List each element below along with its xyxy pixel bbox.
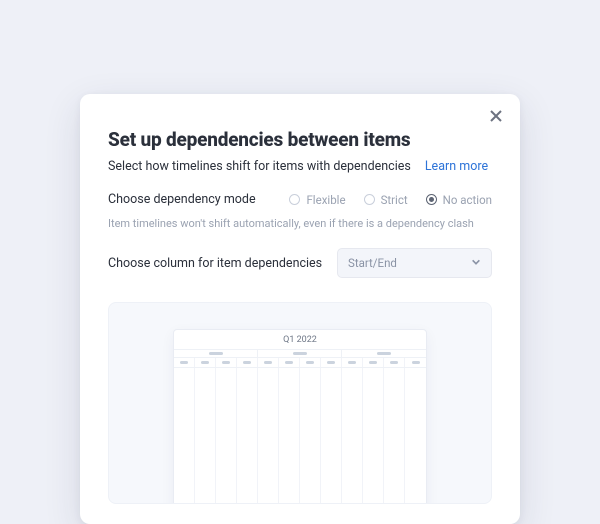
modal-subtitle: Select how timelines shift for items wit… [108, 159, 411, 174]
timeline-month-header [174, 350, 426, 358]
header-placeholder-icon [209, 352, 223, 355]
timeline-period-label: Q1 2022 [174, 330, 426, 350]
radio-dot-icon [364, 194, 375, 205]
header-placeholder-icon [222, 361, 230, 364]
dependency-column-label: Choose column for item dependencies [108, 256, 322, 271]
radio-none-label: No action [443, 193, 492, 207]
dependency-mode-label: Choose dependency mode [108, 192, 256, 207]
header-placeholder-icon [243, 361, 251, 364]
header-placeholder-icon [285, 361, 293, 364]
dependency-column-value: Start/End [348, 256, 397, 270]
header-placeholder-icon [348, 361, 356, 364]
timeline-week-header [174, 358, 426, 368]
radio-flexible-label: Flexible [306, 193, 345, 207]
dependency-mode-hint: Item timelines won't shift automatically… [108, 217, 492, 230]
header-placeholder-icon [369, 361, 377, 364]
header-placeholder-icon [327, 361, 335, 364]
chevron-down-icon [471, 256, 481, 270]
radio-strict[interactable]: Strict [364, 193, 408, 207]
timeline-preview: Q1 2022 [108, 302, 492, 504]
header-placeholder-icon [377, 352, 391, 355]
radio-dot-icon [289, 194, 300, 205]
dependency-column-row: Choose column for item dependencies Star… [108, 248, 492, 278]
header-placeholder-icon [180, 361, 188, 364]
header-placeholder-icon [201, 361, 209, 364]
radio-flexible[interactable]: Flexible [289, 193, 345, 207]
header-placeholder-icon [412, 361, 420, 364]
header-placeholder-icon [390, 361, 398, 364]
learn-more-link[interactable]: Learn more [425, 159, 488, 174]
dependency-mode-radios: Flexible Strict No action [289, 193, 492, 207]
timeline-sheet: Q1 2022 [173, 329, 427, 504]
header-placeholder-icon [306, 361, 314, 364]
close-icon [490, 107, 502, 126]
radio-no-action[interactable]: No action [426, 193, 492, 207]
dependencies-setup-modal: Set up dependencies between items Select… [80, 94, 520, 524]
header-placeholder-icon [293, 352, 307, 355]
radio-strict-label: Strict [381, 193, 408, 207]
dependency-column-select[interactable]: Start/End [337, 248, 492, 278]
dependency-mode-row: Choose dependency mode Flexible Strict N… [108, 192, 492, 207]
modal-title: Set up dependencies between items [108, 128, 492, 151]
timeline-grid [174, 368, 426, 504]
header-placeholder-icon [264, 361, 272, 364]
radio-dot-selected-icon [426, 194, 437, 205]
close-button[interactable] [486, 106, 506, 126]
modal-subtitle-row: Select how timelines shift for items wit… [108, 159, 492, 174]
